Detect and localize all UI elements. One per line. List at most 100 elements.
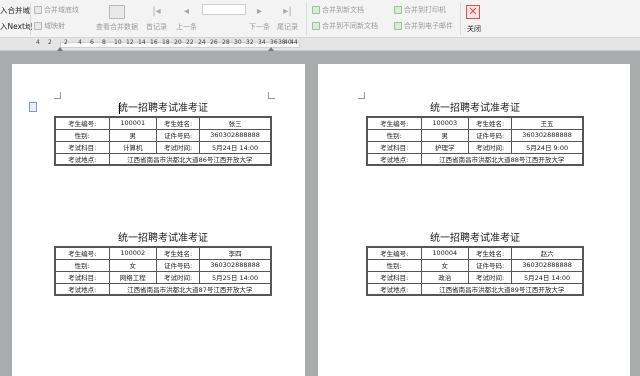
ruler-number: 36 (270, 39, 278, 46)
ruler-number: 2 (64, 39, 68, 46)
view-merged-data-button[interactable]: 查看合并数据 (96, 5, 138, 32)
subject-value: 网络工程 (108, 270, 158, 284)
time-value: 5月24日 14:00 (199, 140, 272, 154)
gender-label: 性别: (366, 128, 422, 142)
name-label: 考生姓名: (156, 246, 201, 260)
ticket-title: 统一招聘考试准考证 (430, 233, 520, 244)
merge-email-icon (394, 22, 402, 30)
field-map-label: 域映射 (44, 22, 65, 30)
place-value: 江西省南昌市洪都北大道88号江西开放大学 (420, 152, 584, 166)
ruler-number: 18 (162, 39, 170, 46)
close-label[interactable]: 关闭 (467, 24, 481, 34)
field-map-button[interactable]: 域映射 (34, 21, 65, 31)
horizontal-ruler[interactable]: 4 2 2 4 6 8 10 12 14 16 18 20 22 24 26 2… (0, 38, 640, 51)
next-record-button[interactable]: ▸ 下一条 (249, 5, 270, 32)
name-value: 王五 (511, 116, 584, 130)
previous-record-button[interactable]: ◂ 上一条 (176, 5, 197, 32)
merge-to-new-doc-button[interactable]: 合并到新文档 (312, 5, 364, 15)
ruler-number: 32 (246, 39, 254, 46)
name-value: 赵六 (511, 246, 584, 260)
first-record-label: 首记录 (146, 23, 167, 31)
ruler-number: 12 (126, 39, 134, 46)
merge-to-different-docs-button[interactable]: 合并到不同新文档 (312, 21, 378, 31)
ruler-number: 10 (114, 39, 122, 46)
last-record-button[interactable]: ▸| 尾记录 (277, 5, 298, 32)
ruler-number: 30 (234, 39, 242, 46)
close-icon[interactable]: ✕ (466, 5, 480, 19)
field-shading-label: 合并域底纹 (44, 6, 79, 14)
record-number-input[interactable] (202, 4, 246, 15)
merge-to-different-docs-label: 合并到不同新文档 (322, 22, 378, 30)
name-label: 考生姓名: (468, 246, 513, 260)
merge-to-printer-button[interactable]: 合并到打印机 (394, 5, 446, 15)
cert-label: 证件号码: (468, 258, 513, 272)
ticket-table: 考生编号: 100004 考生姓名: 赵六 性别: 女证件号码: 360302888888… (366, 246, 584, 296)
document-icon[interactable] (29, 102, 37, 112)
previous-record-label: 上一条 (176, 23, 197, 31)
name-label: 考生姓名: (156, 116, 201, 130)
margin-corner (54, 92, 61, 99)
place-label: 考试地点: (366, 282, 422, 296)
left-indent-marker[interactable] (57, 47, 63, 51)
gender-label: 性别: (54, 258, 110, 272)
next-record-label: 下一条 (249, 23, 270, 31)
cert-value: 360302888888 (199, 258, 272, 272)
mail-merge-ribbon: 入合并域 入Next域 合并域底纹 域映射 查看合并数据 |◂ 首记录 ◂ 上一… (0, 0, 640, 38)
view-data-icon (109, 5, 125, 19)
merge-new-doc-icon (312, 6, 320, 14)
gender-value: 女 (420, 258, 470, 272)
admission-ticket: 统一招聘考试准考证 考生编号: 100004 考生姓名: 赵六 性别: 女证件号码: 36… (366, 232, 584, 296)
gender-label: 性别: (366, 258, 422, 272)
time-label: 考试时间: (468, 270, 513, 284)
ruler-number: 24 (198, 39, 206, 46)
ruler-number: 8 (102, 39, 106, 46)
name-value: 李四 (199, 246, 272, 260)
cert-label: 证件号码: (468, 128, 513, 142)
time-label: 考试时间: (468, 140, 513, 154)
ruler-number: 2 (48, 39, 52, 46)
time-value: 5月25日 14:00 (199, 270, 272, 284)
ticket-table: 考生编号: 100002 考生姓名: 李四 性别: 女证件号码: 360302888888… (54, 246, 272, 296)
place-label: 考试地点: (54, 152, 110, 166)
ruler-number: 4 (78, 39, 82, 46)
id-label: 考生编号: (366, 116, 422, 130)
place-label: 考试地点: (54, 282, 110, 296)
ruler-number: 22 (186, 39, 194, 46)
merge-to-email-button[interactable]: 合并到电子邮件 (394, 21, 453, 31)
last-record-label: 尾记录 (277, 23, 298, 31)
ribbon-divider (30, 3, 31, 35)
place-value: 江西省南昌市洪都北大道87号江西开放大学 (108, 282, 272, 296)
id-label: 考生编号: (54, 116, 110, 130)
admission-ticket: 统一招聘考试准考证 考生编号: 100003 考生姓名: 王五 性别: 男证件号码: 36… (366, 102, 584, 166)
ruler-number: 44 (290, 39, 298, 46)
merge-printer-icon (394, 6, 402, 14)
merge-to-new-doc-label: 合并到新文档 (322, 6, 364, 14)
place-label: 考试地点: (366, 152, 422, 166)
margin-corner (268, 92, 275, 99)
merge-to-printer-label: 合并到打印机 (404, 6, 446, 14)
time-value: 5月24日 9:00 (511, 140, 584, 154)
insert-next-field-button[interactable]: 入Next域 (0, 21, 32, 32)
ruler-number: 14 (138, 39, 146, 46)
ruler-number: 16 (150, 39, 158, 46)
ribbon-divider (460, 3, 461, 35)
previous-icon: ◂ (183, 6, 190, 17)
time-label: 考试时间: (156, 270, 201, 284)
first-record-button[interactable]: |◂ 首记录 (146, 5, 167, 32)
field-shading-button[interactable]: 合并域底纹 (34, 5, 79, 15)
right-indent-marker[interactable] (268, 47, 274, 51)
ruler-number: 28 (222, 39, 230, 46)
ruler-number: 20 (174, 39, 182, 46)
next-icon: ▸ (256, 6, 263, 17)
ruler-number: 34 (258, 39, 266, 46)
cert-label: 证件号码: (156, 258, 201, 272)
field-map-icon (34, 22, 42, 30)
subject-label: 考试科目: (54, 270, 110, 284)
gender-label: 性别: (54, 128, 110, 142)
ticket-title: 统一招聘考试准考证 (118, 233, 208, 244)
shading-icon (34, 6, 42, 14)
last-record-icon: ▸| (283, 6, 292, 17)
insert-merge-field-button[interactable]: 入合并域 (0, 5, 30, 16)
id-value: 100001 (108, 116, 158, 130)
ticket-table: 考生编号: 100003 考生姓名: 王五 性别: 男证件号码: 360302888888… (366, 116, 584, 166)
